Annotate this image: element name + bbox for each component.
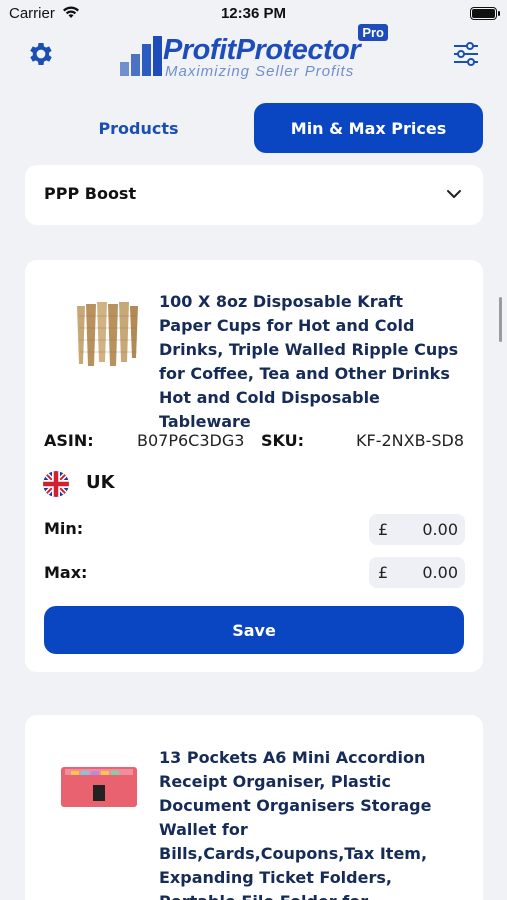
product-image [61,767,137,807]
min-price-value: 0.00 [422,520,458,539]
min-price-label: Min: [44,519,84,538]
status-bar: Carrier 12:36 PM [0,0,507,30]
currency-symbol: £ [378,563,389,582]
save-button[interactable]: Save [44,606,464,654]
asin-label: ASIN: [44,431,94,450]
product-title[interactable]: 100 X 8oz Disposable Kraft Paper Cups fo… [159,290,459,434]
tab-min-max-prices[interactable]: Min & Max Prices [254,103,483,153]
sliders-icon[interactable] [451,39,481,69]
max-price-input[interactable]: £ 0.00 [369,557,465,588]
gear-icon[interactable] [26,39,56,69]
max-price-value: 0.00 [422,563,458,582]
tab-bar: Products Min & Max Prices [24,103,483,153]
tab-products[interactable]: Products [24,103,253,153]
sku-value: KF-2NXB-SD8 [356,431,464,450]
app-logo: ProfitProtector Pro Maximizing Seller Pr… [118,24,390,80]
app-header: ProfitProtector Pro Maximizing Seller Pr… [0,24,507,80]
product-title[interactable]: 13 Pockets A6 Mini Accordion Receipt Org… [159,746,459,900]
brand-tagline: Maximizing Seller Profits [165,63,355,80]
product-card: 100 X 8oz Disposable Kraft Paper Cups fo… [25,260,483,672]
currency-symbol: £ [378,520,389,539]
uk-flag-icon [43,471,69,497]
scrollbar[interactable] [499,297,502,342]
status-time: 12:36 PM [220,5,287,22]
asin-value: B07P6C3DG3 [137,431,245,450]
sku-label: SKU: [261,431,305,450]
dropdown-selected-value: PPP Boost [44,184,137,203]
product-image [75,302,139,366]
chevron-down-icon [447,190,461,198]
strategy-dropdown[interactable]: PPP Boost [25,165,483,225]
max-price-label: Max: [44,563,88,582]
logo-bars-icon [120,36,162,76]
min-price-input[interactable]: £ 0.00 [369,514,465,545]
pro-badge: Pro [358,24,388,41]
product-card: 13 Pockets A6 Mini Accordion Receipt Org… [25,715,483,900]
marketplace-country: UK [86,472,115,493]
battery-icon [470,7,500,20]
